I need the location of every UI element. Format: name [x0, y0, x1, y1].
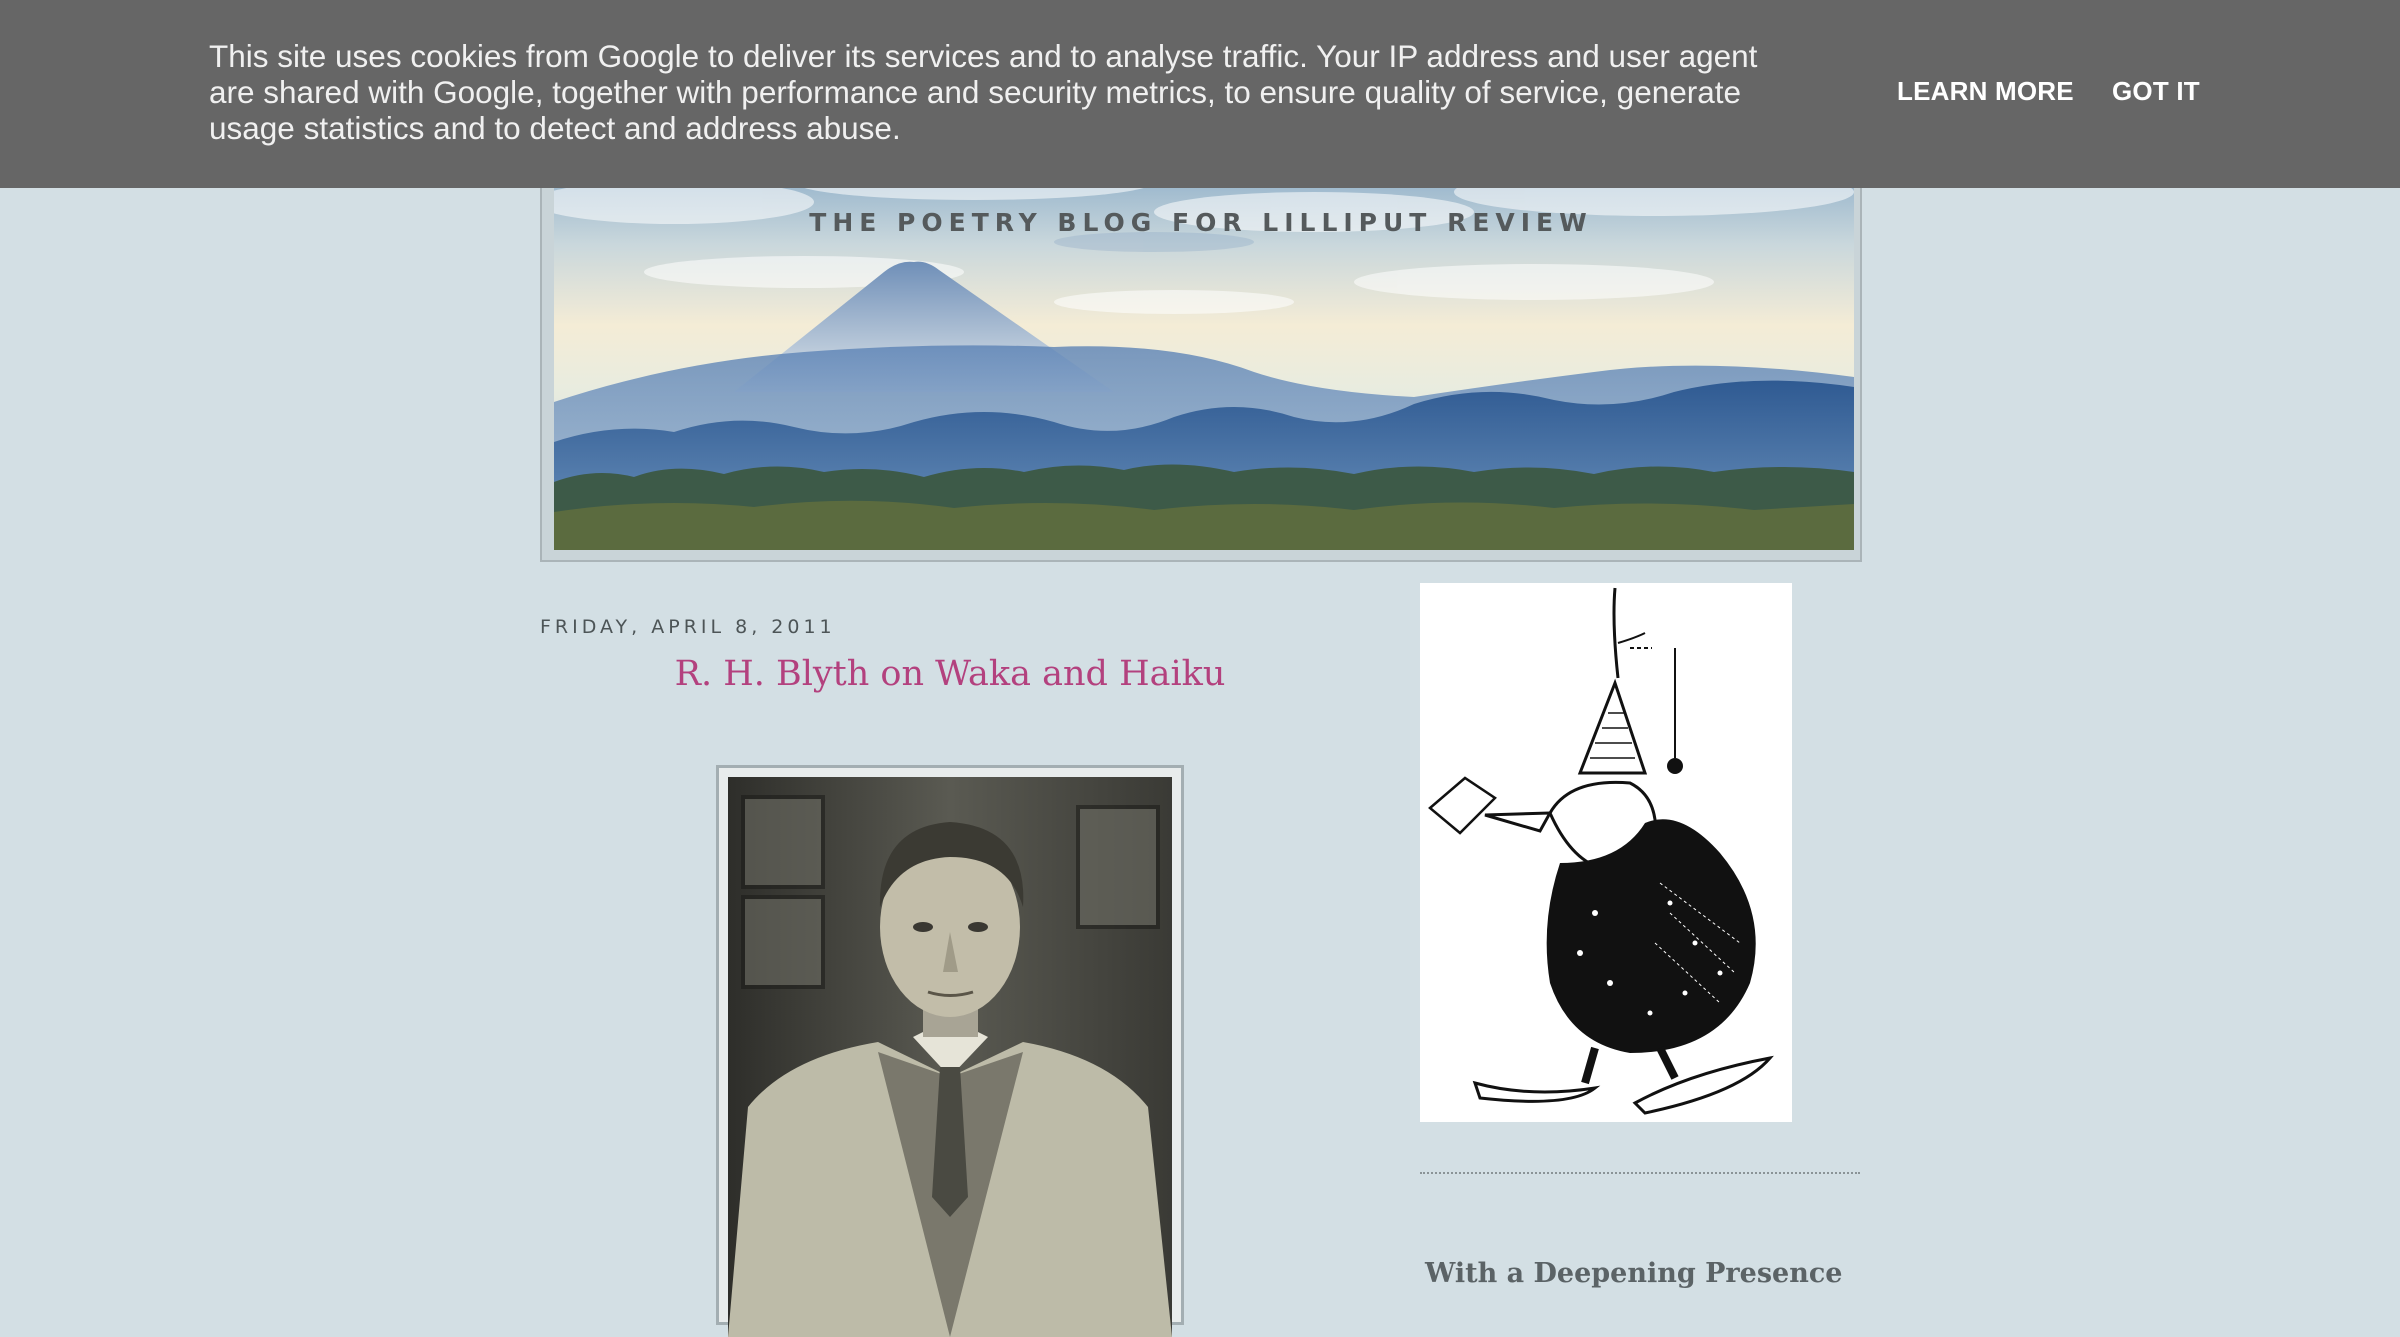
post-date: FRIDAY, APRIL 8, 2011 [540, 616, 836, 638]
learn-more-button[interactable]: LEARN MORE [1897, 76, 2074, 107]
post-title-link[interactable]: R. H. Blyth on Waka and Haiku [540, 654, 1360, 694]
sidebar-divider [1420, 1172, 1860, 1174]
post-photo [716, 765, 1184, 1337]
portrait-image [728, 777, 1172, 1337]
cookie-consent-bar: This site uses cookies from Google to de… [0, 0, 2400, 188]
sidebar-illustration [1420, 583, 1792, 1122]
cookie-notice-text: This site uses cookies from Google to de… [209, 38, 1758, 146]
header-mountain-image [554, 142, 1854, 550]
sidebar-widget-heading: With a Deepening Presence [1425, 1258, 1843, 1289]
blog-header: THE POETRY BLOG FOR LILLIPUT REVIEW [540, 140, 1862, 562]
got-it-button[interactable]: GOT IT [2112, 76, 2200, 107]
blog-description: THE POETRY BLOG FOR LILLIPUT REVIEW [809, 208, 1593, 237]
